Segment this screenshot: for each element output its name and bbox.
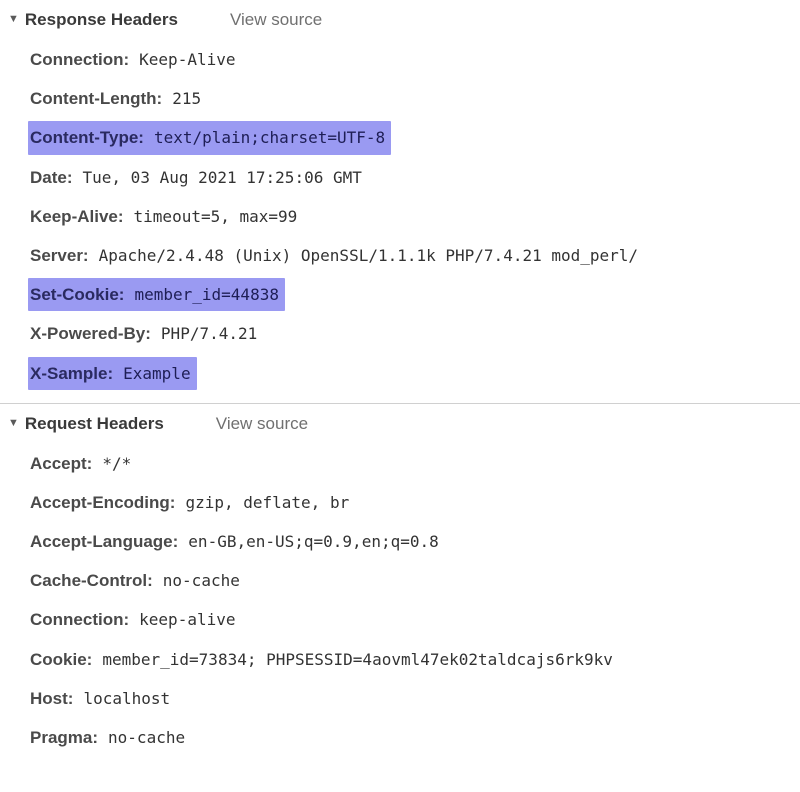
header-row[interactable]: Host: localhost — [30, 679, 800, 718]
header-value: Example — [123, 361, 190, 387]
view-source-link[interactable]: View source — [216, 414, 308, 434]
header-row[interactable]: Connection: Keep-Alive — [30, 40, 800, 79]
header-name: X-Sample: — [30, 360, 113, 387]
header-name: Content-Type: — [30, 124, 144, 151]
header-row[interactable]: X-Sample: Example — [28, 357, 197, 390]
header-value: */* — [102, 451, 131, 477]
header-row[interactable]: Connection: keep-alive — [30, 600, 800, 639]
header-value: Apache/2.4.48 (Unix) OpenSSL/1.1.1k PHP/… — [99, 243, 638, 269]
header-value: en-GB,en-US;q=0.9,en;q=0.8 — [188, 529, 438, 555]
request-headers-list: Accept: */* Accept-Encoding: gzip, deflate,… — [0, 444, 800, 758]
header-name: Set-Cookie: — [30, 281, 124, 308]
header-name: Content-Length: — [30, 85, 162, 112]
header-name: Host: — [30, 685, 73, 712]
header-name: Accept-Encoding: — [30, 489, 175, 516]
header-name: Cache-Control: — [30, 567, 153, 594]
response-headers-list: Connection:Keep-AliveContent-Length:215C… — [0, 40, 800, 393]
header-row[interactable]: Accept-Language: en-GB,en-US;q=0.9,en;q=0… — [30, 522, 800, 561]
header-value: localhost — [83, 686, 170, 712]
response-headers-section: ▼ Response Headers View source Connectio… — [0, 0, 800, 403]
header-row[interactable]: X-Powered-By: PHP/7.4.21 — [30, 314, 800, 353]
header-row[interactable]: Keep-Alive: timeout=5, max=99 — [30, 197, 800, 236]
header-value: timeout=5, max=99 — [134, 204, 298, 230]
header-value: 215 — [172, 86, 201, 112]
header-value: Keep-Alive — [139, 47, 235, 73]
header-row[interactable]: Cache-Control: no-cache — [30, 561, 800, 600]
collapse-triangle-icon: ▼ — [8, 417, 19, 429]
header-row[interactable]: Accept: */* — [30, 444, 800, 483]
header-name: Connection: — [30, 46, 129, 73]
request-headers-toggle[interactable]: ▼ Request Headers View source — [0, 410, 800, 444]
header-name: Cookie: — [30, 646, 92, 673]
header-value: no-cache — [108, 725, 185, 751]
header-row[interactable]: Date: Tue, 03 Aug 2021 17:25:06 GMT — [30, 158, 800, 197]
header-row[interactable]: Accept-Encoding: gzip, deflate, br — [30, 483, 800, 522]
header-name: Accept: — [30, 450, 92, 477]
header-name: Connection: — [30, 606, 129, 633]
request-headers-title: Request Headers — [25, 414, 164, 434]
header-value: text/plain;charset=UTF-8 — [154, 125, 385, 151]
header-row[interactable]: Pragma: no-cache — [30, 718, 800, 757]
collapse-triangle-icon: ▼ — [8, 13, 19, 25]
header-value: no-cache — [163, 568, 240, 594]
header-name: Server: — [30, 242, 89, 269]
header-value: PHP/7.4.21 — [161, 321, 257, 347]
header-row[interactable]: Server: Apache/2.4.48 (Unix) OpenSSL/1.1.… — [30, 236, 800, 275]
header-row[interactable]: Cookie: member_id=73834; PHPSESSID=4aovml… — [30, 640, 800, 679]
header-name: Date: — [30, 164, 73, 191]
header-value: gzip, deflate, br — [185, 490, 349, 516]
header-name: X-Powered-By: — [30, 320, 151, 347]
request-headers-section: ▼ Request Headers View source Accept: */*… — [0, 403, 800, 768]
response-headers-toggle[interactable]: ▼ Response Headers View source — [0, 6, 800, 40]
header-value: member_id=73834; PHPSESSID=4aovml47ek02t… — [102, 647, 613, 673]
response-headers-title: Response Headers — [25, 10, 178, 30]
header-row[interactable]: Set-Cookie: member_id=44838 — [28, 278, 285, 311]
view-source-link[interactable]: View source — [230, 10, 322, 30]
header-row[interactable]: Content-Type: text/plain;charset=UTF-8 — [28, 121, 391, 154]
header-name: Accept-Language: — [30, 528, 178, 555]
header-name: Pragma: — [30, 724, 98, 751]
header-row[interactable]: Content-Length: 215 — [30, 79, 800, 118]
header-value: Tue, 03 Aug 2021 17:25:06 GMT — [83, 165, 362, 191]
header-value: member_id=44838 — [134, 282, 279, 308]
header-name: Keep-Alive: — [30, 203, 124, 230]
header-value: keep-alive — [139, 607, 235, 633]
